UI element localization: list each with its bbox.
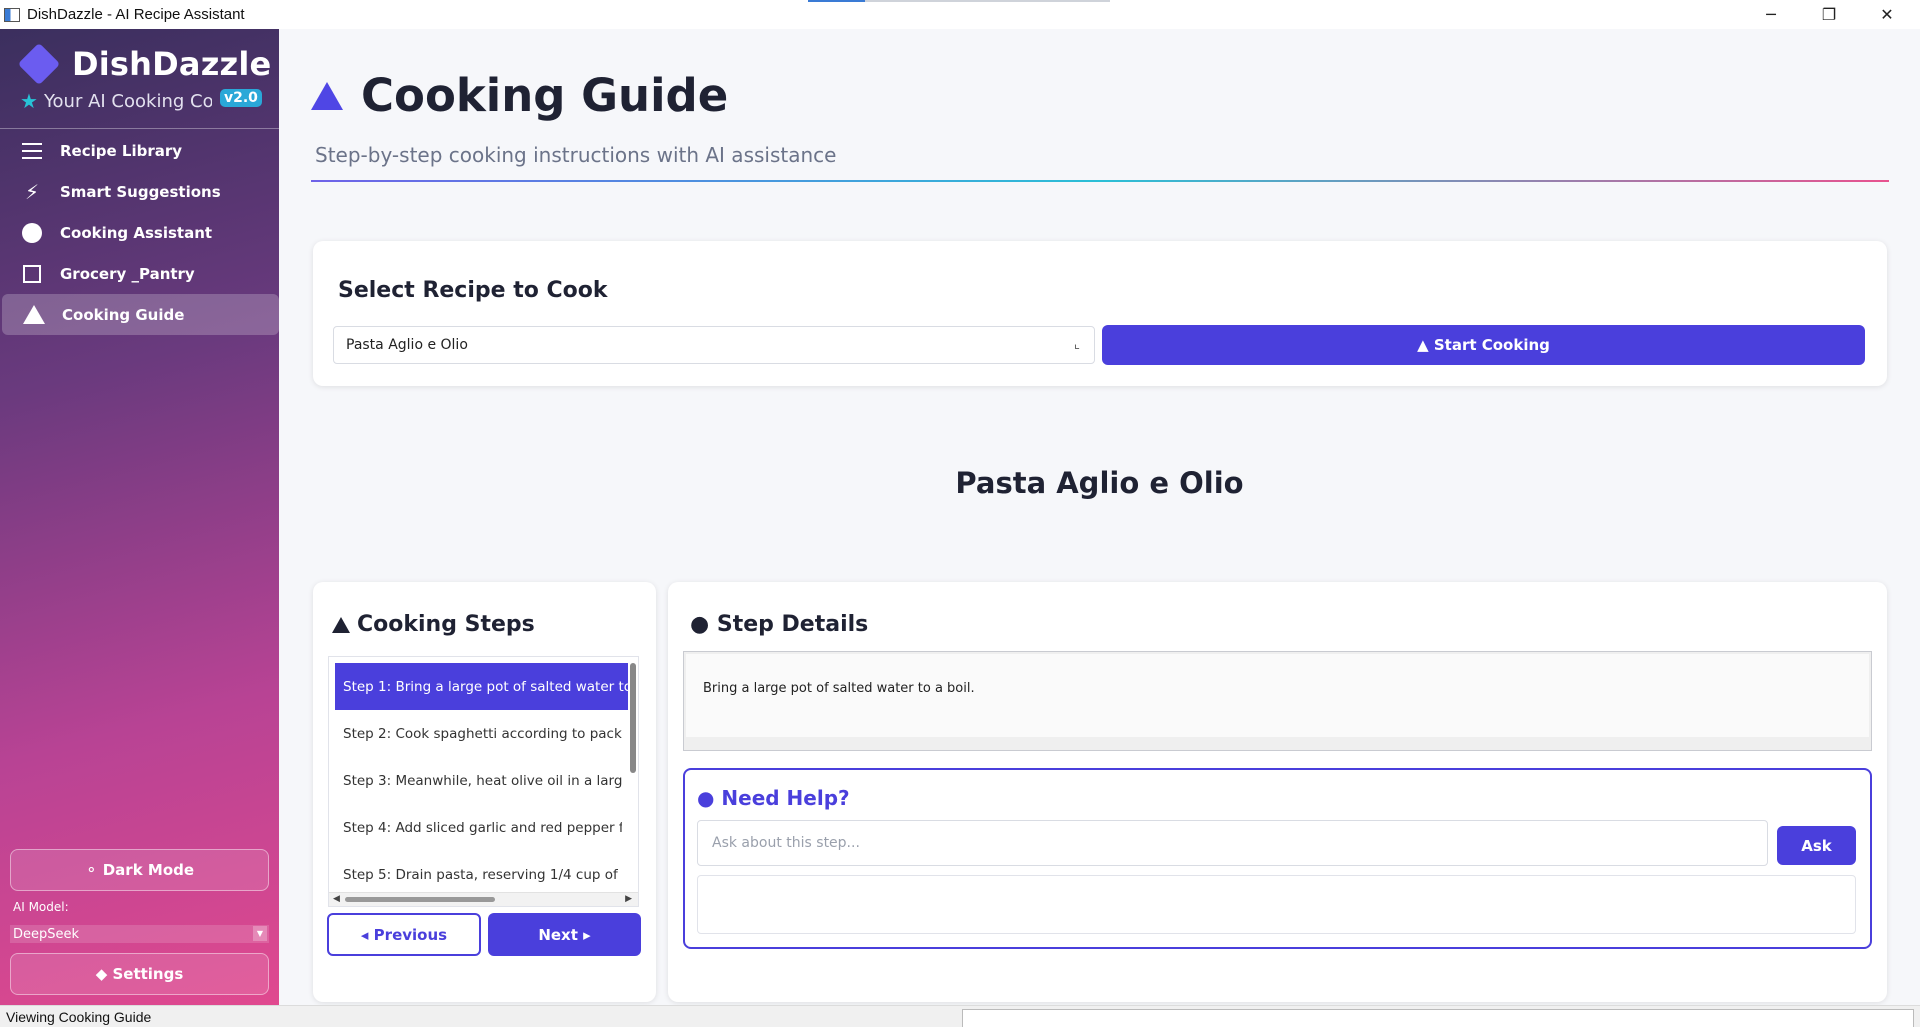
scrollbar-thumb[interactable] (345, 897, 495, 902)
need-help-panel: ● Need Help? Ask about this step... Ask (683, 768, 1872, 949)
tagline-text: Your AI Cooking Companion (43, 90, 212, 112)
app-icon (4, 7, 20, 22)
title-bar: DishDazzle - AI Recipe Assistant ─ ❐ ✕ (0, 0, 1920, 29)
minimize-button[interactable]: ─ (1742, 0, 1800, 29)
recipe-title: Pasta Aglio e Olio (955, 466, 1244, 500)
step-details-heading: ● Step Details (690, 612, 869, 637)
sidebar-divider (0, 128, 279, 129)
sidebar: DishDazzle ★ Your AI Cooking Companion v… (0, 29, 279, 1005)
sidebar-nav: Recipe Library ⚡︎ Smart Suggestions Cook… (0, 130, 279, 335)
answer-box (697, 875, 1856, 934)
next-button[interactable]: Next ▸ (488, 913, 641, 956)
triangle-icon (332, 616, 350, 633)
select-recipe-heading: Select Recipe to Cook (338, 278, 608, 303)
main-content: Cooking Guide Step-by-step cooking instr… (279, 29, 1920, 1005)
status-text: Viewing Cooking Guide (6, 1008, 152, 1025)
step-detail-box: Bring a large pot of salted water to a b… (683, 651, 1872, 751)
title-progress-fill (808, 0, 866, 2)
list-item[interactable]: Step 3: Meanwhile, heat olive oil in a l… (329, 757, 622, 804)
sidebar-item-cooking-assistant[interactable]: Cooking Assistant (0, 212, 279, 253)
close-button[interactable]: ✕ (1858, 0, 1916, 29)
triangle-icon (22, 303, 46, 327)
ai-model-select[interactable]: DeepSeek ▼ (10, 925, 269, 943)
maximize-button[interactable]: ❐ (1800, 0, 1858, 29)
sidebar-item-cooking-guide[interactable]: Cooking Guide (2, 294, 279, 335)
version-badge: v2.0 (220, 89, 262, 107)
ai-model-label: AI Model: (13, 900, 69, 914)
sidebar-item-label: Grocery _Pantry (60, 264, 195, 283)
sidebar-item-label: Recipe Library (60, 141, 183, 160)
recipe-dropdown[interactable]: Pasta Aglio e Olio ⌞ (333, 326, 1095, 364)
sidebar-item-smart-suggestions[interactable]: ⚡︎ Smart Suggestions (0, 171, 279, 212)
list-item[interactable]: Step 1: Bring a large pot of salted wate… (335, 663, 628, 710)
step-detail-text: Bring a large pot of salted water to a b… (686, 654, 1869, 737)
square-icon (20, 262, 44, 286)
cooking-steps-heading: Cooking Steps (332, 612, 535, 637)
select-recipe-card: Select Recipe to Cook Pasta Aglio e Olio… (313, 241, 1887, 386)
list-item[interactable]: Step 4: Add sliced garlic and red pepper… (329, 804, 622, 851)
window-title: DishDazzle - AI Recipe Assistant (27, 6, 245, 23)
sidebar-item-grocery-pantry[interactable]: Grocery _Pantry (0, 253, 279, 294)
need-help-heading: ● Need Help? (697, 786, 850, 810)
sidebar-item-label: Cooking Guide (62, 305, 185, 324)
horizontal-scrollbar[interactable]: ◀ ▶ (329, 892, 638, 906)
ask-button[interactable]: Ask (1777, 826, 1856, 865)
start-cooking-button[interactable]: ▲ Start Cooking (1102, 325, 1865, 365)
chevron-down-icon: ▼ (253, 926, 267, 941)
scroll-right-icon[interactable]: ▶ (625, 894, 632, 904)
brand: DishDazzle (17, 42, 272, 86)
star-icon: ★ (20, 89, 38, 113)
ai-model-value: DeepSeek (13, 926, 80, 942)
previous-button[interactable]: ◂ Previous (327, 913, 481, 956)
list-item[interactable]: Step 2: Cook spaghetti according to pack… (329, 710, 622, 757)
settings-button[interactable]: ◆ Settings (10, 953, 269, 995)
recipe-dropdown-value: Pasta Aglio e Olio (346, 337, 468, 353)
page-title: Cooking Guide (311, 69, 728, 122)
cooking-steps-heading-text: Cooking Steps (357, 612, 535, 637)
title-progress-bar (808, 0, 1110, 2)
steps-list[interactable]: Step 1: Bring a large pot of salted wate… (328, 656, 639, 907)
step-details-card: ● Step Details Bring a large pot of salt… (668, 582, 1887, 1002)
brand-name: DishDazzle (72, 45, 272, 83)
chevron-down-icon: ⌞ (1073, 337, 1080, 352)
page-title-text: Cooking Guide (361, 69, 729, 122)
circle-icon (20, 221, 44, 245)
lightning-icon: ⚡︎ (24, 179, 40, 204)
menu-icon (20, 139, 44, 163)
status-bar: Viewing Cooking Guide (0, 1005, 1920, 1027)
sidebar-item-recipe-library[interactable]: Recipe Library (0, 130, 279, 171)
ask-input[interactable]: Ask about this step... (697, 820, 1768, 866)
sidebar-item-label: Smart Suggestions (60, 182, 221, 201)
status-field (962, 1009, 1914, 1027)
cooking-steps-card: Cooking Steps Step 1: Bring a large pot … (313, 582, 656, 1002)
sidebar-item-label: Cooking Assistant (60, 223, 213, 242)
dark-mode-button[interactable]: ⚬ Dark Mode (10, 849, 269, 891)
diamond-logo-icon (17, 42, 61, 86)
triangle-icon (311, 81, 343, 110)
vertical-scrollbar[interactable] (630, 663, 636, 773)
page-subtitle: Step-by-step cooking instructions with A… (315, 143, 837, 167)
header-divider (311, 180, 1889, 182)
list-item[interactable]: Step 5: Drain pasta, reserving 1/4 cup o… (329, 851, 622, 898)
scroll-left-icon[interactable]: ◀ (333, 894, 340, 904)
